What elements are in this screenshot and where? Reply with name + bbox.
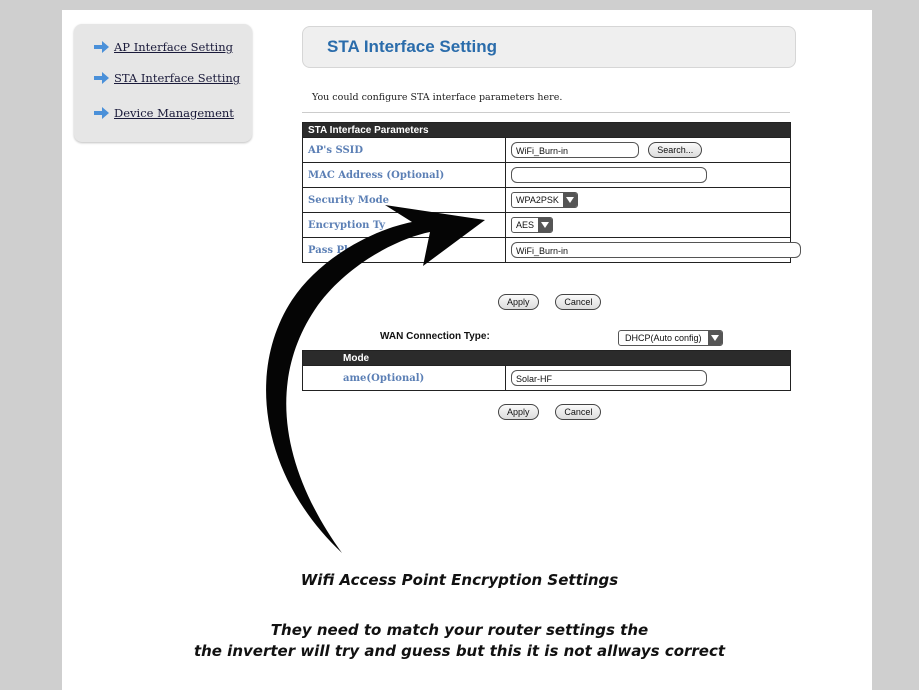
- arrow-right-icon: [94, 72, 109, 84]
- sta-button-row: Apply Cancel: [498, 294, 602, 310]
- table-row: Encryption Ty AES: [302, 212, 791, 238]
- pass-phrase-input[interactable]: WiFi_Burn-in: [511, 242, 801, 258]
- sidebar: AP Interface Setting STA Interface Setti…: [74, 24, 252, 142]
- mode-button-row: Apply Cancel: [498, 404, 602, 420]
- page-description: You could configure STA interface parame…: [312, 92, 563, 103]
- sidebar-item-device-management[interactable]: Device Management: [94, 106, 234, 120]
- ssid-input[interactable]: WiFi_Burn-in: [511, 142, 639, 158]
- sidebar-item-label: STA Interface Setting: [114, 71, 241, 85]
- table-row: MAC Address (Optional): [302, 162, 791, 188]
- table-row: Pass Ph WiFi_Burn-in: [302, 237, 801, 263]
- chevron-down-icon: [707, 331, 722, 345]
- sta-parameters-table: STA Interface Parameters AP's SSID WiFi_…: [302, 122, 801, 263]
- sidebar-item-ap-interface[interactable]: AP Interface Setting: [94, 40, 233, 54]
- caption-title: Wifi Access Point Encryption Settings: [300, 571, 619, 589]
- hostname-label: ame(Optional): [302, 365, 506, 391]
- sidebar-item-label: Device Management: [114, 106, 234, 120]
- cancel-button[interactable]: Cancel: [555, 294, 602, 310]
- pass-phrase-label: Pass Ph: [302, 237, 506, 263]
- security-mode-label: Security Mode: [302, 187, 506, 213]
- divider: [302, 112, 790, 113]
- encryption-type-label: Encryption Ty: [302, 212, 506, 238]
- arrow-right-icon: [94, 41, 109, 53]
- wan-connection-type-select[interactable]: DHCP(Auto config): [618, 330, 723, 346]
- mode-table: Mode ame(Optional) Solar-HF: [301, 350, 792, 391]
- chevron-down-icon: [562, 193, 577, 207]
- table-header: Mode: [301, 350, 792, 366]
- mac-input[interactable]: [511, 167, 707, 183]
- sidebar-item-sta-interface[interactable]: STA Interface Setting: [94, 71, 240, 85]
- ssid-label: AP's SSID: [302, 137, 506, 163]
- chevron-down-icon: [538, 218, 553, 232]
- apply-button[interactable]: Apply: [498, 294, 539, 310]
- caption-line-2: the inverter will try and guess but this…: [193, 642, 726, 660]
- caption-line-1: They need to match your router settings …: [270, 621, 649, 639]
- encryption-type-select[interactable]: AES: [511, 217, 554, 233]
- sidebar-item-label: AP Interface Setting: [114, 40, 233, 54]
- table-row: Security Mode WPA2PSK: [302, 187, 791, 213]
- search-button[interactable]: Search...: [648, 142, 703, 158]
- table-row: ame(Optional) Solar-HF: [302, 365, 792, 391]
- arrow-right-icon: [94, 107, 109, 119]
- mac-label: MAC Address (Optional): [302, 162, 506, 188]
- page-header: STA Interface Setting: [302, 26, 796, 68]
- security-mode-select[interactable]: WPA2PSK: [511, 192, 578, 208]
- wan-connection-type-label: WAN Connection Type:: [380, 331, 490, 342]
- page-title: STA Interface Setting: [327, 37, 498, 56]
- table-header: STA Interface Parameters: [302, 122, 791, 138]
- apply-button[interactable]: Apply: [498, 404, 539, 420]
- table-row: AP's SSID WiFi_Burn-in Search...: [302, 137, 791, 163]
- cancel-button[interactable]: Cancel: [555, 404, 602, 420]
- hostname-input[interactable]: Solar-HF: [511, 370, 707, 386]
